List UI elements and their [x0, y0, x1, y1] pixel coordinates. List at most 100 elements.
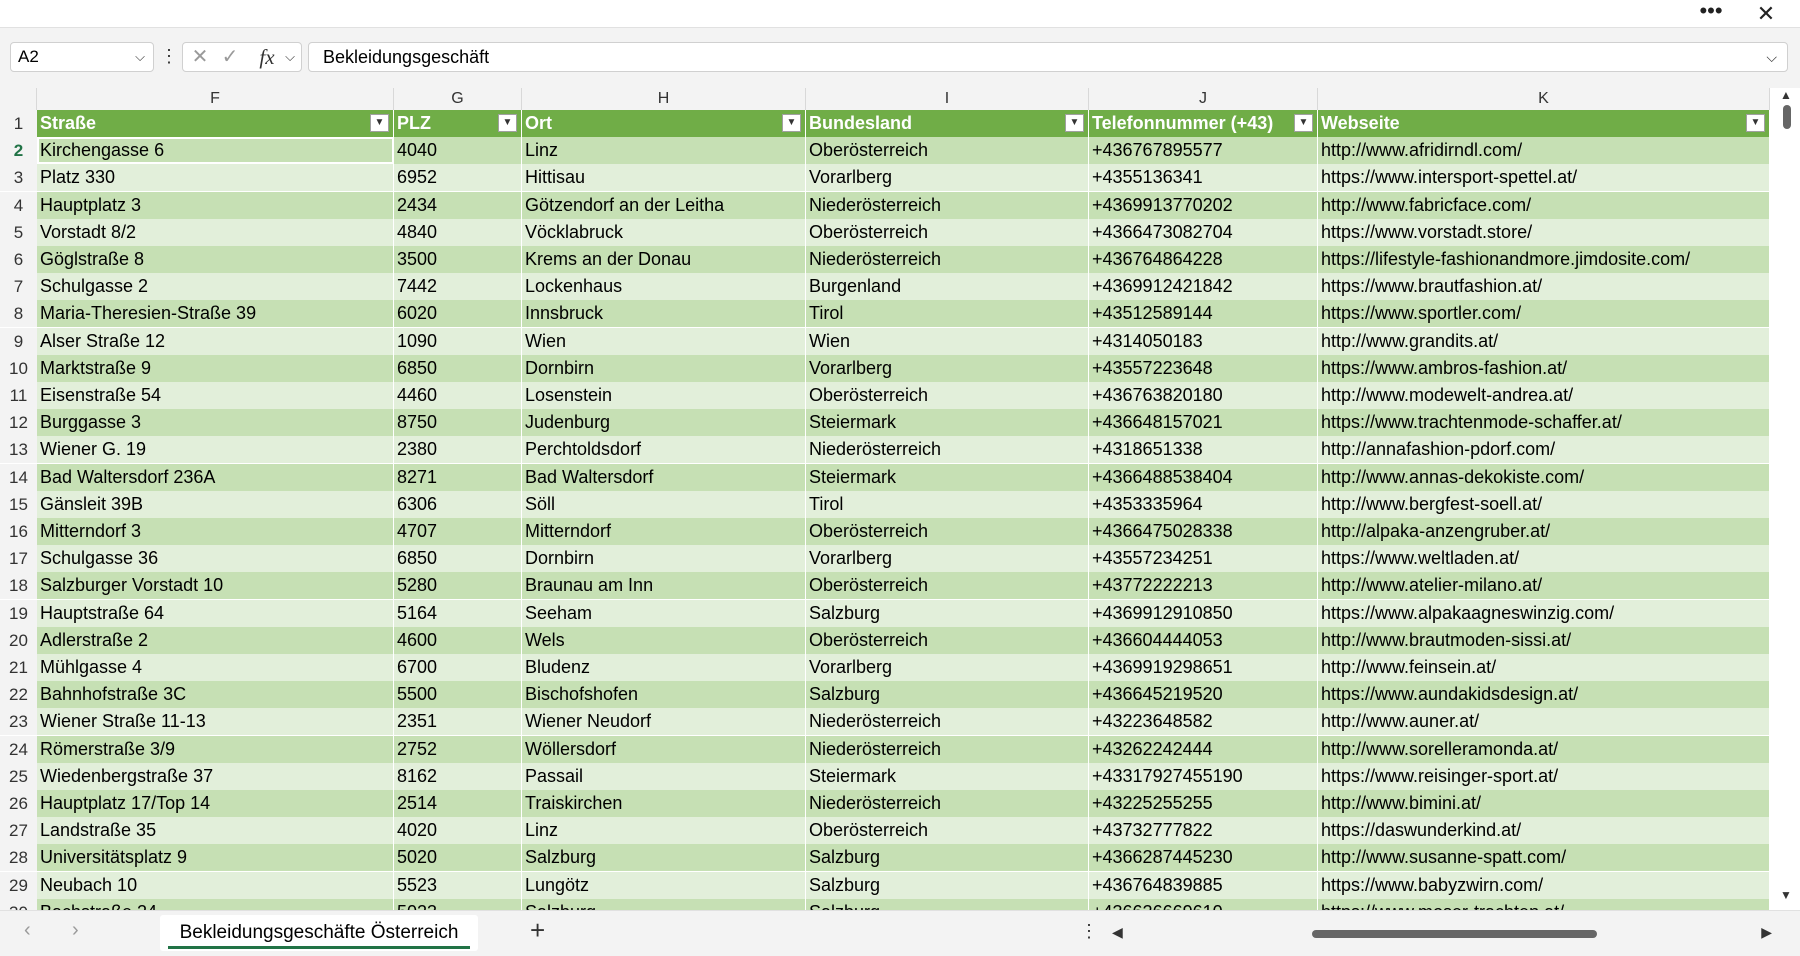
scroll-up-icon[interactable]: ▲ [1780, 88, 1792, 102]
cancel-icon[interactable]: ✕ [187, 43, 213, 71]
name-box[interactable]: A2 ⌵ [10, 42, 154, 72]
row-number[interactable]: 12 [0, 409, 37, 436]
column-header-g[interactable]: G [394, 88, 522, 110]
table-cell[interactable]: 8162 [394, 763, 522, 790]
table-cell[interactable]: 6850 [394, 355, 522, 382]
table-cell[interactable]: http://www.feinsein.at/ [1318, 654, 1770, 681]
table-cell[interactable]: Losenstein [522, 382, 806, 409]
row-number[interactable]: 14 [0, 464, 37, 491]
row-number[interactable]: 6 [0, 246, 37, 273]
row-number[interactable]: 9 [0, 328, 37, 355]
chevron-right-icon[interactable]: › [72, 919, 79, 942]
row-number[interactable]: 15 [0, 491, 37, 518]
row-number[interactable]: 24 [0, 736, 37, 763]
table-cell[interactable]: Schulgasse 2 [37, 273, 394, 300]
table-cell[interactable]: Hauptstraße 64 [37, 600, 394, 627]
table-cell[interactable]: https://www.aundakidsdesign.at/ [1318, 681, 1770, 708]
table-cell[interactable]: Gänsleit 39B [37, 491, 394, 518]
table-cell[interactable]: Oberösterreich [806, 572, 1089, 599]
row-number[interactable]: 20 [0, 627, 37, 654]
table-cell[interactable]: 2514 [394, 790, 522, 817]
table-cell[interactable]: 6952 [394, 164, 522, 191]
horizontal-scrollbar[interactable]: ◀ ▶ [1112, 924, 1772, 941]
header-cell[interactable]: PLZ ▼ [394, 110, 522, 137]
table-cell[interactable]: Oberösterreich [806, 137, 1089, 164]
table-cell[interactable]: +4369912421842 [1089, 273, 1318, 300]
filter-dropdown-icon[interactable]: ▼ [370, 114, 389, 132]
table-cell[interactable]: 1090 [394, 328, 522, 355]
table-cell[interactable]: +4366475028338 [1089, 518, 1318, 545]
table-cell[interactable]: https://www.brautfashion.at/ [1318, 273, 1770, 300]
table-cell[interactable]: Oberösterreich [806, 518, 1089, 545]
table-cell[interactable]: Oberösterreich [806, 627, 1089, 654]
table-cell[interactable]: Universitätsplatz 9 [37, 844, 394, 871]
scroll-down-icon[interactable]: ▼ [1780, 888, 1792, 902]
table-cell[interactable]: Passail [522, 763, 806, 790]
table-cell[interactable]: Braunau am Inn [522, 572, 806, 599]
table-cell[interactable]: http://alpaka-anzengruber.at/ [1318, 518, 1770, 545]
table-cell[interactable]: +4369912910850 [1089, 600, 1318, 627]
column-header-f[interactable]: F [37, 88, 394, 110]
table-cell[interactable]: 4707 [394, 518, 522, 545]
header-cell[interactable]: Ort ▼ [522, 110, 806, 137]
table-cell[interactable]: Tirol [806, 491, 1089, 518]
table-cell[interactable]: Götzendorf an der Leitha [522, 192, 806, 219]
table-cell[interactable]: Söll [522, 491, 806, 518]
row-number[interactable]: 22 [0, 681, 37, 708]
table-cell[interactable]: Hauptplatz 17/Top 14 [37, 790, 394, 817]
row-number[interactable]: 21 [0, 654, 37, 681]
table-cell[interactable]: http://www.afridirndl.com/ [1318, 137, 1770, 164]
table-cell[interactable]: Vorarlberg [806, 545, 1089, 572]
table-cell[interactable]: Landstraße 35 [37, 817, 394, 844]
table-cell[interactable]: 4040 [394, 137, 522, 164]
table-cell[interactable]: Niederösterreich [806, 736, 1089, 763]
row-number[interactable]: 28 [0, 844, 37, 871]
row-number[interactable]: 18 [0, 572, 37, 599]
table-cell[interactable]: 5023 [394, 899, 522, 910]
table-cell[interactable]: Wiener Straße 11-13 [37, 708, 394, 735]
table-cell[interactable]: Burggasse 3 [37, 409, 394, 436]
table-cell[interactable]: Eisenstraße 54 [37, 382, 394, 409]
table-cell[interactable]: https://www.ambros-fashion.at/ [1318, 355, 1770, 382]
table-cell[interactable]: Mühlgasse 4 [37, 654, 394, 681]
table-cell[interactable]: http://www.bergfest-soell.at/ [1318, 491, 1770, 518]
table-cell[interactable]: http://www.bimini.at/ [1318, 790, 1770, 817]
table-cell[interactable]: +436626669610 [1089, 899, 1318, 910]
table-cell[interactable]: Salzburg [806, 600, 1089, 627]
vertical-ellipsis-icon[interactable]: ⋮ [160, 42, 178, 72]
row-number[interactable]: 23 [0, 708, 37, 735]
table-cell[interactable]: Niederösterreich [806, 436, 1089, 463]
filter-dropdown-icon[interactable]: ▼ [782, 114, 801, 132]
table-cell[interactable]: Bachstraße 24 [37, 899, 394, 910]
table-cell[interactable]: https://www.babyzwirn.com/ [1318, 872, 1770, 899]
row-number[interactable]: 11 [0, 382, 37, 409]
table-cell[interactable]: +43223648582 [1089, 708, 1318, 735]
table-cell[interactable]: Oberösterreich [806, 382, 1089, 409]
filter-dropdown-icon[interactable]: ▼ [1294, 114, 1313, 132]
table-cell[interactable]: +43262242444 [1089, 736, 1318, 763]
table-cell[interactable]: Hauptplatz 3 [37, 192, 394, 219]
table-cell[interactable]: http://www.modewelt-andrea.at/ [1318, 382, 1770, 409]
table-cell[interactable]: Steiermark [806, 464, 1089, 491]
table-cell[interactable]: Vorstadt 8/2 [37, 219, 394, 246]
table-cell[interactable]: Niederösterreich [806, 192, 1089, 219]
row-number[interactable]: 16 [0, 518, 37, 545]
table-cell[interactable]: Steiermark [806, 409, 1089, 436]
header-cell[interactable]: Telefonnummer (+43) ▼ [1089, 110, 1318, 137]
row-number[interactable]: 5 [0, 219, 37, 246]
table-cell[interactable]: https://www.intersport-spettel.at/ [1318, 164, 1770, 191]
table-cell[interactable]: Dornbirn [522, 355, 806, 382]
table-cell[interactable]: http://www.annas-dekokiste.com/ [1318, 464, 1770, 491]
header-cell[interactable]: Bundesland ▼ [806, 110, 1089, 137]
table-cell[interactable]: +4355136341 [1089, 164, 1318, 191]
table-cell[interactable]: http://annafashion-pdorf.com/ [1318, 436, 1770, 463]
table-cell[interactable]: +4369913770202 [1089, 192, 1318, 219]
table-cell[interactable]: 8750 [394, 409, 522, 436]
table-cell[interactable]: Schulgasse 36 [37, 545, 394, 572]
table-cell[interactable]: +436645219520 [1089, 681, 1318, 708]
table-cell[interactable]: http://www.susanne-spatt.com/ [1318, 844, 1770, 871]
table-cell[interactable]: +436764839885 [1089, 872, 1318, 899]
table-cell[interactable]: Göglstraße 8 [37, 246, 394, 273]
table-cell[interactable]: 2434 [394, 192, 522, 219]
table-cell[interactable]: Bad Waltersdorf [522, 464, 806, 491]
